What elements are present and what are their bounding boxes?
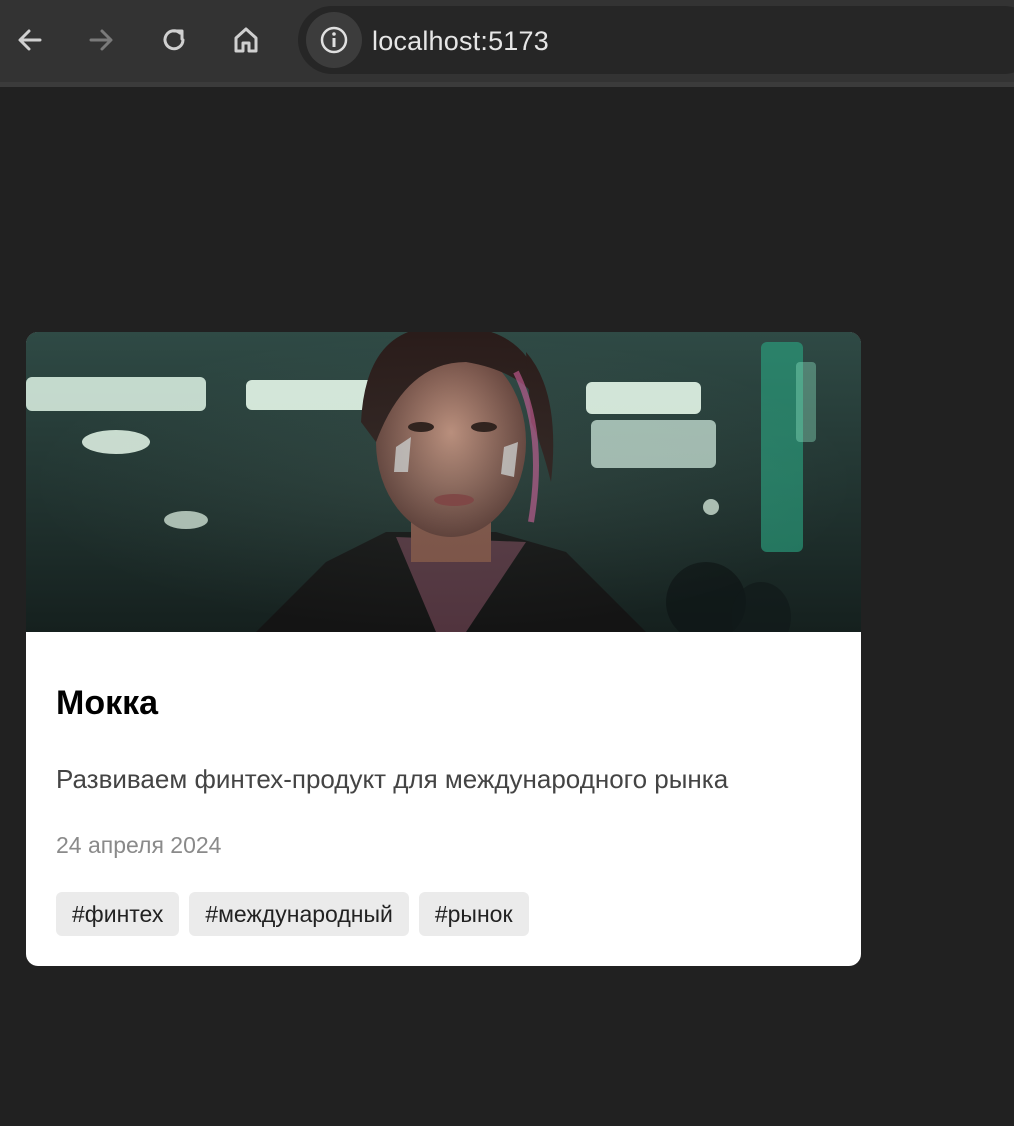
tag-list: #финтех #международный #рынок [56, 892, 529, 936]
project-card[interactable]: Мокка Развиваем финтех-продукт для между… [26, 332, 861, 966]
tag-market[interactable]: #рынок [418, 892, 529, 936]
back-button[interactable] [12, 22, 48, 58]
tag-international[interactable]: #международный [189, 892, 409, 936]
card-title: Мокка [56, 684, 159, 722]
reload-button[interactable] [156, 22, 192, 58]
info-icon [320, 26, 348, 54]
home-icon [234, 27, 258, 53]
reload-icon [163, 29, 185, 51]
url-port: 5173 [488, 26, 549, 56]
card-description: Развиваем финтех-продукт для международн… [56, 764, 729, 794]
arrow-right-icon [89, 29, 113, 51]
card-image [26, 332, 861, 632]
tag-fintech[interactable]: #финтех [56, 892, 180, 936]
site-info-button[interactable] [306, 12, 362, 68]
url-host: localhost: [372, 26, 489, 56]
cyberpunk-portrait-image [26, 332, 861, 632]
arrow-left-icon [18, 29, 42, 51]
browser-toolbar: localhost:5173 [0, 0, 1014, 87]
forward-button[interactable] [83, 22, 119, 58]
address-bar[interactable]: localhost:5173 [298, 6, 1014, 74]
card-date: 24 апреля 2024 [56, 832, 222, 858]
home-button[interactable] [228, 22, 264, 58]
url-text[interactable]: localhost:5173 [372, 26, 549, 57]
